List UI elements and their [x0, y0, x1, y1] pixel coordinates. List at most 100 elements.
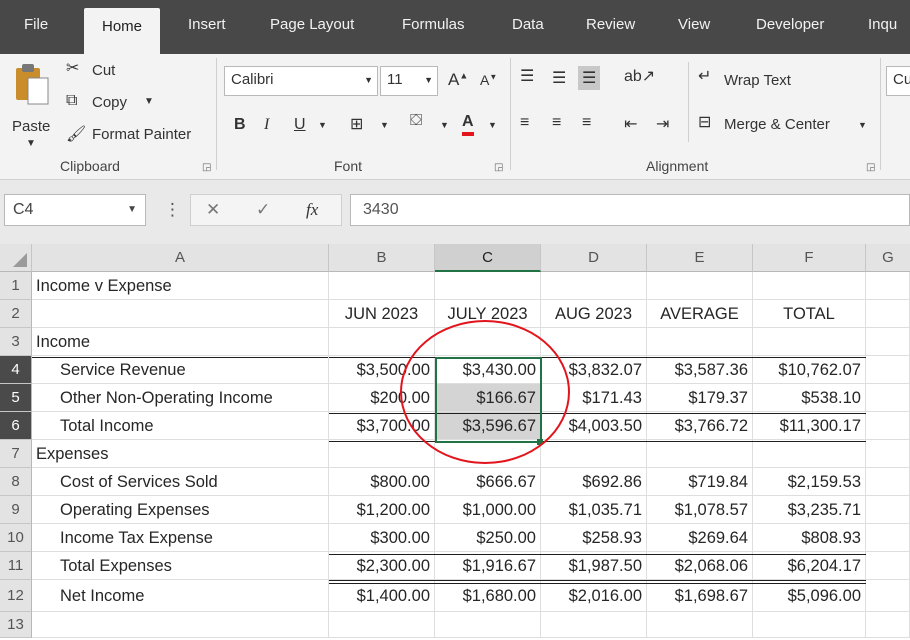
- cell-d4[interactable]: $3,832.07: [541, 356, 647, 384]
- cell-a2[interactable]: [32, 300, 329, 328]
- cell-g4[interactable]: [866, 356, 910, 384]
- cell-f3[interactable]: [753, 328, 866, 356]
- cell-f7[interactable]: [753, 440, 866, 468]
- tab-home[interactable]: Home: [84, 8, 161, 54]
- fill-color-icon[interactable]: ⛋: [410, 112, 422, 130]
- cell-f11[interactable]: $6,204.17: [753, 552, 866, 580]
- row-header[interactable]: 4: [0, 356, 32, 384]
- underline-button[interactable]: U: [294, 116, 306, 134]
- row-header[interactable]: 9: [0, 496, 32, 524]
- cell-b1[interactable]: [329, 272, 435, 300]
- align-center-icon[interactable]: ≡: [552, 114, 561, 132]
- increase-indent-icon[interactable]: ⇥: [656, 114, 669, 134]
- dialog-launcher-icon[interactable]: ◲: [866, 162, 875, 173]
- cell-d5[interactable]: $171.43: [541, 384, 647, 412]
- cell-b12[interactable]: $1,400.00: [329, 580, 435, 612]
- align-bottom-icon[interactable]: ☰: [578, 66, 601, 90]
- tab-formulas[interactable]: Formulas: [402, 16, 465, 42]
- cell-a3[interactable]: Income: [32, 328, 329, 356]
- cell-e5[interactable]: $179.37: [647, 384, 753, 412]
- row-header[interactable]: 12: [0, 580, 32, 612]
- cell-g9[interactable]: [866, 496, 910, 524]
- number-format-select[interactable]: Cu: [886, 66, 910, 96]
- cell-e12[interactable]: $1,698.67: [647, 580, 753, 612]
- cell-d9[interactable]: $1,035.71: [541, 496, 647, 524]
- tab-view[interactable]: View: [678, 16, 710, 42]
- cell-f9[interactable]: $3,235.71: [753, 496, 866, 524]
- more-options-icon[interactable]: ⋮: [164, 200, 181, 220]
- bold-button[interactable]: B: [234, 116, 246, 134]
- column-header-e[interactable]: E: [647, 244, 753, 272]
- cell-a13[interactable]: [32, 612, 329, 638]
- cell-g5[interactable]: [866, 384, 910, 412]
- cell-c10[interactable]: $250.00: [435, 524, 541, 552]
- cell-g13[interactable]: [866, 612, 910, 638]
- cell-a9[interactable]: Operating Expenses: [32, 496, 329, 524]
- cell-c11[interactable]: $1,916.67: [435, 552, 541, 580]
- cell-e8[interactable]: $719.84: [647, 468, 753, 496]
- cell-f10[interactable]: $808.93: [753, 524, 866, 552]
- cell-c9[interactable]: $1,000.00: [435, 496, 541, 524]
- cell-e7[interactable]: [647, 440, 753, 468]
- cell-g3[interactable]: [866, 328, 910, 356]
- cell-c5[interactable]: $166.67: [435, 384, 541, 412]
- row-header[interactable]: 5: [0, 384, 32, 412]
- italic-button[interactable]: I: [264, 116, 269, 134]
- cell-a10[interactable]: Income Tax Expense: [32, 524, 329, 552]
- font-name-select[interactable]: Calibri ▼: [224, 66, 378, 96]
- cell-a11[interactable]: Total Expenses: [32, 552, 329, 580]
- cell-a6[interactable]: Total Income: [32, 412, 329, 440]
- cell-b4[interactable]: $3,500.00: [329, 356, 435, 384]
- cell-b6[interactable]: $3,700.00: [329, 412, 435, 440]
- cell-g11[interactable]: [866, 552, 910, 580]
- wrap-text-button[interactable]: Wrap Text: [724, 72, 791, 89]
- row-header[interactable]: 1: [0, 272, 32, 300]
- cell-e3[interactable]: [647, 328, 753, 356]
- cell-g2[interactable]: [866, 300, 910, 328]
- cell-d10[interactable]: $258.93: [541, 524, 647, 552]
- tab-page-layout[interactable]: Page Layout: [270, 16, 354, 42]
- align-middle-icon[interactable]: ☰: [552, 68, 566, 88]
- close-icon[interactable]: ✕: [206, 200, 220, 220]
- decrease-font-icon[interactable]: A▼: [480, 72, 497, 88]
- cell-a12[interactable]: Net Income: [32, 580, 329, 612]
- row-header[interactable]: 3: [0, 328, 32, 356]
- cell-a7[interactable]: Expenses: [32, 440, 329, 468]
- cell-b2[interactable]: JUN 2023: [329, 300, 435, 328]
- column-header-d[interactable]: D: [541, 244, 647, 272]
- format-painter-button[interactable]: Format Painter: [92, 126, 191, 143]
- cell-e1[interactable]: [647, 272, 753, 300]
- column-header-b[interactable]: B: [329, 244, 435, 272]
- tab-inquire[interactable]: Inqu: [868, 16, 897, 42]
- cell-a4[interactable]: Service Revenue: [32, 356, 329, 384]
- cell-f12[interactable]: $5,096.00: [753, 580, 866, 612]
- cell-g8[interactable]: [866, 468, 910, 496]
- name-box[interactable]: C4 ▼: [4, 194, 146, 226]
- cell-g1[interactable]: [866, 272, 910, 300]
- formula-input[interactable]: 3430: [350, 194, 910, 226]
- cell-c13[interactable]: [435, 612, 541, 638]
- cell-b9[interactable]: $1,200.00: [329, 496, 435, 524]
- cell-g10[interactable]: [866, 524, 910, 552]
- cell-d7[interactable]: [541, 440, 647, 468]
- cell-a8[interactable]: Cost of Services Sold: [32, 468, 329, 496]
- cell-c4[interactable]: $3,430.00: [435, 356, 541, 384]
- row-header[interactable]: 13: [0, 612, 32, 638]
- cell-d3[interactable]: [541, 328, 647, 356]
- cell-b8[interactable]: $800.00: [329, 468, 435, 496]
- cell-f13[interactable]: [753, 612, 866, 638]
- tab-review[interactable]: Review: [586, 16, 635, 42]
- orientation-icon[interactable]: ab↗: [624, 66, 655, 86]
- insert-function-icon[interactable]: fx: [306, 200, 318, 220]
- cell-c12[interactable]: $1,680.00: [435, 580, 541, 612]
- align-top-icon[interactable]: ☰: [520, 66, 534, 86]
- cell-c6[interactable]: $3,596.67: [435, 412, 541, 440]
- check-icon[interactable]: ✓: [256, 200, 270, 220]
- cell-g6[interactable]: [866, 412, 910, 440]
- cell-e9[interactable]: $1,078.57: [647, 496, 753, 524]
- cell-c2[interactable]: JULY 2023: [435, 300, 541, 328]
- copy-button[interactable]: Copy: [92, 94, 127, 111]
- row-header[interactable]: 2: [0, 300, 32, 328]
- select-all-corner[interactable]: [0, 244, 32, 272]
- cell-e6[interactable]: $3,766.72: [647, 412, 753, 440]
